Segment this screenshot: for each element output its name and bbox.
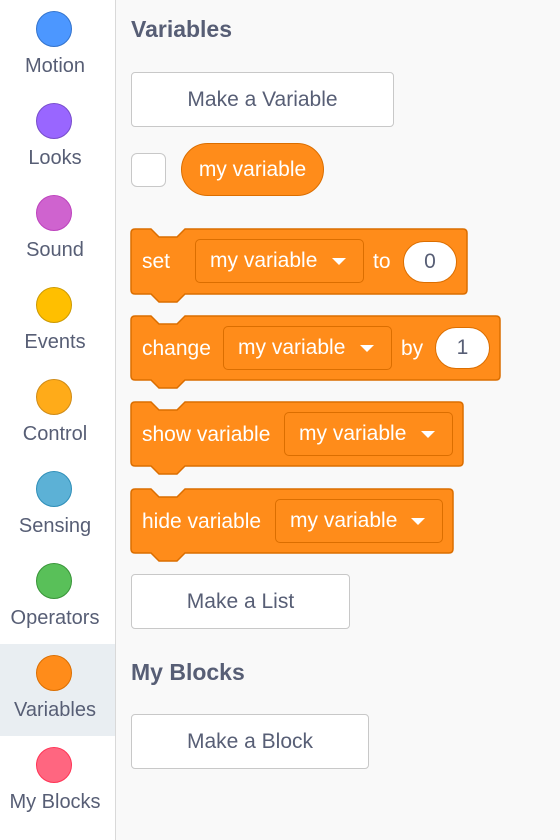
dropdown-value: my variable [290,509,398,532]
make-block-button[interactable]: Make a Block [131,714,369,769]
set-value-input[interactable]: 0 [403,241,457,283]
show-variable-dropdown[interactable]: my variable [284,412,453,456]
hide-variable-dropdown[interactable]: my variable [275,499,443,543]
set-variable-dropdown[interactable]: my variable [195,239,364,283]
dropdown-caret-icon [360,345,374,352]
dropdown-value: my variable [238,336,346,359]
dropdown-caret-icon [411,518,425,525]
dropdown-caret-icon [421,431,435,438]
change-block-label: change [142,337,211,360]
dropdown-value: my variable [299,422,407,445]
show-variable-label: show variable [142,423,271,446]
change-value-input[interactable]: 1 [435,327,490,369]
change-by-label: by [401,337,424,360]
make-list-button[interactable]: Make a List [131,574,350,629]
dropdown-value: my variable [210,249,318,272]
change-variable-dropdown[interactable]: my variable [223,326,392,370]
set-to-label: to [373,250,391,273]
hide-variable-label: hide variable [142,510,262,533]
dropdown-caret-icon [332,258,346,265]
my-blocks-heading: My Blocks [131,659,245,685]
set-block-label: set [142,250,171,273]
